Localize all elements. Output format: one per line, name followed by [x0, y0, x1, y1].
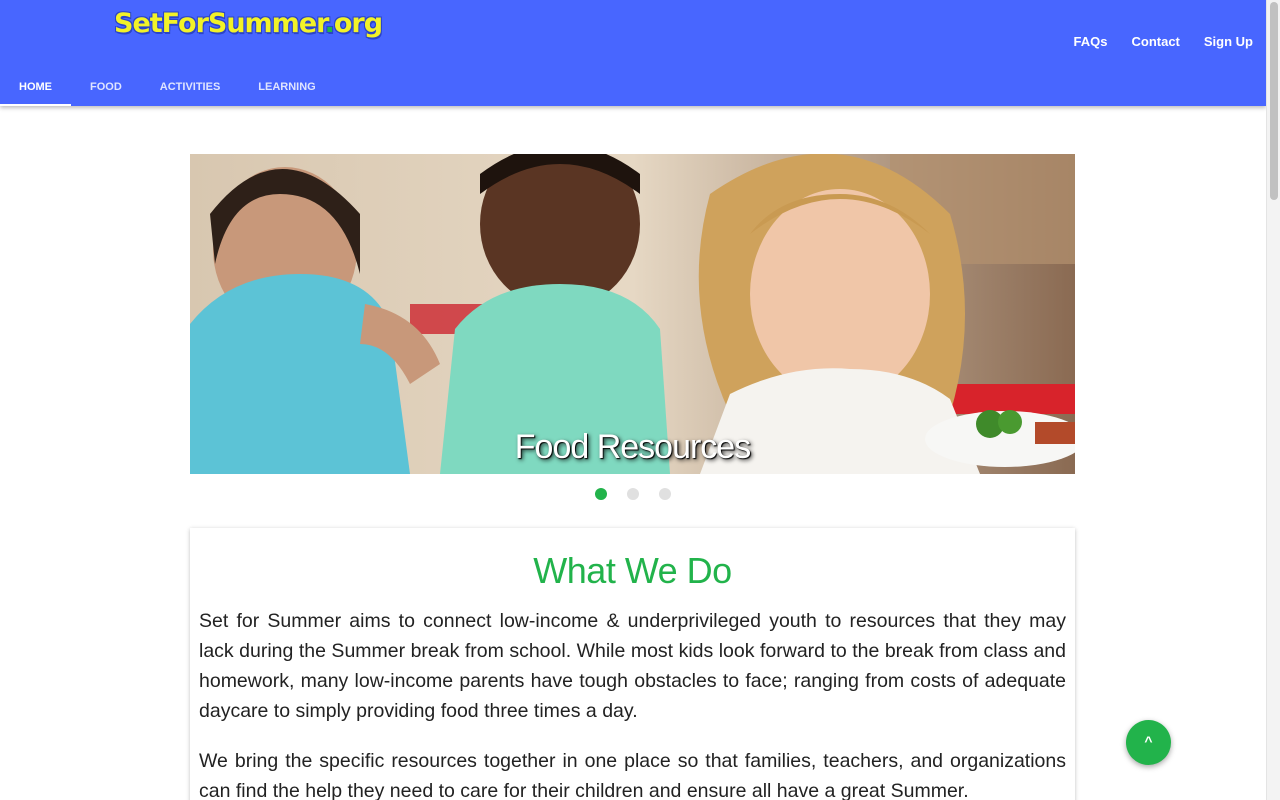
- chevron-up-icon: ^: [1144, 733, 1153, 749]
- nav-tab-home[interactable]: HOME: [0, 78, 71, 106]
- logo-text-tld: org: [333, 8, 383, 39]
- nav-tab-activities[interactable]: ACTIVITIES: [141, 78, 240, 106]
- hero-carousel[interactable]: Food Resources: [190, 154, 1075, 474]
- carousel-dot-2[interactable]: [627, 488, 639, 500]
- about-paragraph-1: Set for Summer aims to connect low-incom…: [199, 610, 1066, 722]
- site-logo[interactable]: SetForSummer.org: [114, 8, 383, 39]
- carousel-indicators: [0, 488, 1266, 500]
- scrollbar-thumb[interactable]: [1270, 2, 1278, 200]
- logo-text-main: SetForSummer: [114, 8, 326, 39]
- nav-tab-learning[interactable]: LEARNING: [239, 78, 334, 106]
- site-header: SetForSummer.org FAQs Contact Sign Up HO…: [0, 0, 1266, 106]
- nav-tab-food[interactable]: FOOD: [71, 78, 141, 106]
- contact-link[interactable]: Contact: [1132, 34, 1180, 49]
- logo-text-dot: .: [324, 8, 335, 39]
- section-title: What We Do: [533, 550, 732, 591]
- carousel-dot-1[interactable]: [595, 488, 607, 500]
- carousel-photo: [190, 154, 1075, 474]
- faqs-link[interactable]: FAQs: [1074, 34, 1108, 49]
- top-links: FAQs Contact Sign Up: [1050, 34, 1253, 49]
- page-scrollbar[interactable]: [1266, 0, 1280, 800]
- what-we-do-card: What We Do Set for Summer aims to connec…: [190, 528, 1075, 800]
- scroll-to-top-button[interactable]: ^: [1126, 720, 1171, 765]
- main-nav: HOME FOOD ACTIVITIES LEARNING: [0, 78, 335, 106]
- about-paragraph-2: We bring the specific resources together…: [199, 750, 1066, 800]
- carousel-dot-3[interactable]: [659, 488, 671, 500]
- sign-up-link[interactable]: Sign Up: [1204, 34, 1253, 49]
- carousel-caption: Food Resources: [514, 428, 751, 466]
